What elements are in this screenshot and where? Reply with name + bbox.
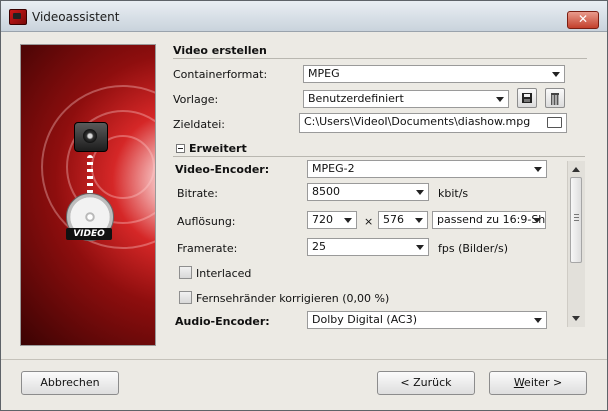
videoassistent-window: Videoassistent ✕ VIDEO Video erstellen C…: [0, 0, 608, 411]
advanced-scrollbar[interactable]: [567, 161, 585, 327]
section-title: Video erstellen: [173, 44, 267, 57]
back-button[interactable]: < Zurück: [377, 371, 475, 395]
wizard-banner: VIDEO: [20, 44, 156, 346]
advanced-divider: [173, 156, 585, 157]
framerate-label: Framerate:: [177, 242, 238, 255]
trash-icon: [551, 93, 559, 105]
cancel-button[interactable]: Abbrechen: [21, 371, 119, 395]
collapse-icon[interactable]: [176, 144, 185, 153]
dropdown-arrow-icon: [533, 218, 541, 223]
video-encoder-value: MPEG-2: [312, 162, 355, 175]
zieldatei-label: Zieldatei:: [173, 118, 225, 131]
section-divider: [173, 58, 587, 59]
resolution-height-select[interactable]: 576: [378, 211, 428, 229]
framerate-unit: fps (Bilder/s): [438, 242, 509, 255]
close-icon: ✕: [577, 12, 589, 26]
framerate-value: 25: [312, 240, 326, 253]
dropdown-arrow-icon: [415, 218, 423, 223]
video-encoder-select[interactable]: MPEG-2: [307, 160, 547, 178]
interlaced-checkbox[interactable]: [179, 266, 192, 279]
vorlage-label: Vorlage:: [173, 93, 219, 106]
bitrate-input[interactable]: 8500: [307, 183, 429, 201]
resolution-width-value: 720: [312, 213, 333, 226]
video-label: VIDEO: [66, 228, 112, 240]
save-icon: [522, 93, 532, 103]
next-button[interactable]: Weiter >: [489, 371, 587, 395]
close-button[interactable]: ✕: [567, 11, 599, 29]
zieldatei-input[interactable]: C:\Users\VideoI\Documents\diashow.mpg: [299, 113, 567, 133]
audio-encoder-label: Audio-Encoder:: [175, 315, 270, 328]
vorlage-value: Benutzerdefiniert: [308, 92, 404, 105]
next-label: eiter >: [524, 376, 563, 389]
dropdown-arrow-icon: [344, 218, 352, 223]
title-bar: Videoassistent ✕: [1, 1, 607, 32]
resolution-width-select[interactable]: 720: [307, 211, 357, 229]
audio-encoder-select[interactable]: Dolby Digital (AC3): [307, 311, 547, 329]
container-select[interactable]: MPEG: [303, 65, 565, 83]
advanced-title: Erweitert: [189, 142, 247, 155]
resolution-height-value: 576: [383, 213, 404, 226]
resolution-times: ×: [364, 215, 374, 228]
window-title: Videoassistent: [32, 10, 120, 24]
video-encoder-label: Video-Encoder:: [175, 163, 270, 176]
scroll-down-icon[interactable]: [572, 316, 580, 321]
audio-encoder-value: Dolby Digital (AC3): [312, 313, 418, 326]
interlaced-label: Interlaced: [196, 267, 252, 280]
aspect-select[interactable]: passend zu 16:9-Sh: [432, 211, 546, 229]
save-template-button[interactable]: [517, 88, 537, 108]
resolution-label: Auflösung:: [177, 215, 236, 228]
dropdown-arrow-icon: [552, 72, 560, 77]
aspect-value: passend zu 16:9-Sh: [437, 213, 546, 226]
bitrate-label: Bitrate:: [177, 187, 218, 200]
dropdown-arrow-icon: [416, 245, 424, 250]
app-icon: [9, 9, 27, 25]
dropdown-arrow-icon: [534, 167, 542, 172]
vorlage-select[interactable]: Benutzerdefiniert: [303, 90, 509, 108]
progress-dots: [87, 155, 93, 195]
overscan-label: Fernsehränder korrigieren (0,00 %): [196, 292, 390, 305]
scroll-thumb[interactable]: [570, 177, 582, 263]
framerate-select[interactable]: 25: [307, 238, 429, 256]
delete-template-button[interactable]: [545, 88, 565, 108]
bitrate-value: 8500: [312, 185, 340, 198]
scroll-up-icon[interactable]: [572, 167, 580, 172]
overscan-checkbox[interactable]: [179, 291, 192, 304]
dropdown-arrow-icon: [416, 190, 424, 195]
folder-icon[interactable]: [547, 117, 562, 128]
camera-icon: [74, 122, 108, 152]
container-value: MPEG: [308, 67, 340, 80]
container-label: Containerformat:: [173, 68, 268, 81]
footer-divider: [1, 359, 607, 360]
dropdown-arrow-icon: [534, 318, 542, 323]
zieldatei-value: C:\Users\VideoI\Documents\diashow.mpg: [304, 115, 531, 128]
next-mnemonic: W: [513, 376, 525, 389]
dropdown-arrow-icon: [496, 97, 504, 102]
bitrate-unit: kbit/s: [438, 187, 469, 200]
